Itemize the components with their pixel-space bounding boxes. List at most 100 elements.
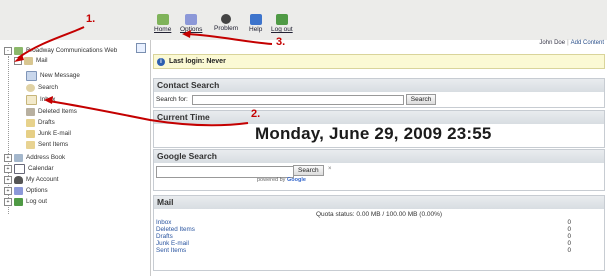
user-name: John Doe (539, 40, 566, 46)
sidebar-item-log-out[interactable]: + Log out (4, 197, 47, 206)
current-time-value: Monday, June 29, 2009 23:55 (255, 124, 492, 143)
logout-icon (14, 197, 23, 206)
home-button[interactable]: Home (154, 14, 171, 33)
sidebar-item-label: Junk E-mail (38, 130, 71, 137)
list-item[interactable]: Sent Items 0 (156, 247, 601, 254)
logout-button[interactable]: Log out (271, 14, 293, 33)
current-time-panel: Current Time Monday, June 29, 2009 23:55 (153, 110, 605, 148)
mail-panel-title: Mail (154, 196, 604, 209)
mail-folder-list: Inbox 0 Deleted Items 0 Drafts 0 Junk E-… (156, 219, 601, 254)
annotation-label-1: 1. (86, 13, 96, 25)
sidebar-item-label: Search (38, 84, 58, 91)
annotation-label-2: 2. (251, 108, 261, 120)
collapse-toggle-icon[interactable]: - (14, 56, 22, 65)
clear-icon[interactable]: × (328, 166, 332, 172)
powered-by-google: powered by Google (257, 177, 306, 183)
sidebar-item-inbox[interactable]: Inbox (26, 94, 56, 105)
site-icon (14, 46, 23, 55)
inbox-icon (26, 94, 37, 105)
trash-icon (26, 107, 35, 116)
home-label: Home (154, 26, 172, 33)
collapse-toggle-icon[interactable]: - (4, 46, 12, 55)
app-window: Home Options Problem Help Log out - Broa… (0, 0, 607, 276)
mail-panel: Mail Quota status: 0.00 MB / 100.00 MB (… (153, 195, 605, 271)
sidebar-item-junk-email[interactable]: Junk E-mail (26, 129, 71, 138)
sidebar-item-address-book[interactable]: + Address Book (4, 153, 65, 162)
expand-toggle-icon[interactable]: + (4, 164, 12, 173)
folder-count: 0 (567, 219, 571, 226)
collapse-sidebar-icon[interactable] (136, 43, 146, 53)
list-item[interactable]: Drafts 0 (156, 233, 601, 240)
expand-toggle-icon[interactable]: + (4, 186, 12, 195)
sidebar-item-deleted-items[interactable]: Deleted Items (26, 107, 77, 116)
sidebar-item-label: Sent Items (38, 141, 69, 148)
info-icon: i (157, 57, 165, 66)
expand-toggle-icon[interactable]: + (4, 153, 12, 162)
sidebar-item-my-account[interactable]: + My Account (4, 175, 59, 184)
expand-toggle-icon[interactable]: + (4, 175, 12, 184)
google-search-title: Google Search (154, 150, 604, 163)
contact-search-row: Search for: Search (156, 94, 437, 105)
drafts-icon (26, 118, 35, 127)
folder-name[interactable]: Drafts (156, 233, 173, 240)
sidebar-item-search[interactable]: Search (26, 83, 58, 92)
sidebar-item-label: New Message (40, 72, 80, 79)
problem-button[interactable]: Problem (214, 14, 238, 32)
contact-search-button[interactable]: Search (405, 94, 437, 105)
home-icon (156, 14, 169, 25)
folder-name[interactable]: Sent Items (156, 247, 186, 254)
sidebar-item-sent-items[interactable]: Sent Items (26, 140, 68, 149)
tree-root[interactable]: - Broadway Communications Web (4, 46, 117, 55)
list-item[interactable]: Inbox 0 (156, 219, 601, 226)
list-item[interactable]: Junk E-mail 0 (156, 240, 601, 247)
new-message-icon (26, 70, 37, 81)
annotation-label-3: 3. (276, 36, 286, 48)
sidebar-item-label: Address Book (26, 154, 66, 161)
problem-label: Problem (214, 25, 239, 32)
sidebar-item-label: Drafts (38, 119, 55, 126)
main-content: John Doe | Add Content i Last login: Never… (151, 40, 607, 276)
options-button[interactable]: Options (180, 14, 202, 33)
list-item[interactable]: Deleted Items 0 (156, 226, 601, 233)
quota-status: Quota status: 0.00 MB / 100.00 MB (0.00%… (315, 211, 443, 218)
junk-icon (26, 129, 35, 138)
search-icon (26, 83, 35, 92)
add-content-link[interactable]: Add Content (571, 40, 604, 46)
user-bar-separator: | (567, 40, 569, 46)
sidebar-item-new-message[interactable]: New Message (26, 70, 80, 81)
sidebar-item-options[interactable]: + Options (4, 186, 48, 195)
sidebar-item-label: Inbox (40, 96, 56, 103)
folder-count: 0 (567, 240, 571, 247)
left-sidebar: - Broadway Communications Web - Mail New… (0, 40, 151, 276)
last-login-banner: i Last login: Never (153, 54, 605, 69)
help-icon (249, 14, 262, 25)
calendar-icon (14, 163, 25, 174)
help-label: Help (249, 26, 263, 33)
logout-label: Log out (271, 26, 293, 33)
sidebar-item-calendar[interactable]: + Calendar (4, 163, 54, 174)
contact-search-panel: Contact Search Search for: Search (153, 78, 605, 108)
sent-icon (26, 140, 35, 149)
sidebar-item-label: My Account (26, 176, 59, 183)
folder-name[interactable]: Inbox (156, 219, 171, 226)
sidebar-item-drafts[interactable]: Drafts (26, 118, 55, 127)
folder-name[interactable]: Deleted Items (156, 226, 195, 233)
user-bar: John Doe | Add Content (539, 40, 604, 46)
folder-name[interactable]: Junk E-mail (156, 240, 189, 247)
options-icon (14, 186, 23, 195)
sidebar-item-label: Deleted Items (38, 108, 77, 115)
current-time-title: Current Time (154, 111, 604, 124)
user-icon (14, 175, 23, 184)
folder-count: 0 (567, 226, 571, 233)
google-search-button[interactable]: Search (293, 165, 324, 176)
help-button[interactable]: Help (249, 14, 262, 33)
logout-icon (275, 14, 288, 25)
expand-toggle-icon[interactable]: + (4, 197, 12, 206)
powered-by-text: powered by (257, 177, 286, 183)
sidebar-item-mail[interactable]: - Mail (14, 56, 48, 65)
contact-search-title: Contact Search (154, 79, 604, 92)
folder-icon (24, 56, 33, 65)
options-label: Options (180, 26, 203, 33)
contact-search-input[interactable] (191, 94, 404, 105)
folder-count: 0 (567, 247, 571, 254)
